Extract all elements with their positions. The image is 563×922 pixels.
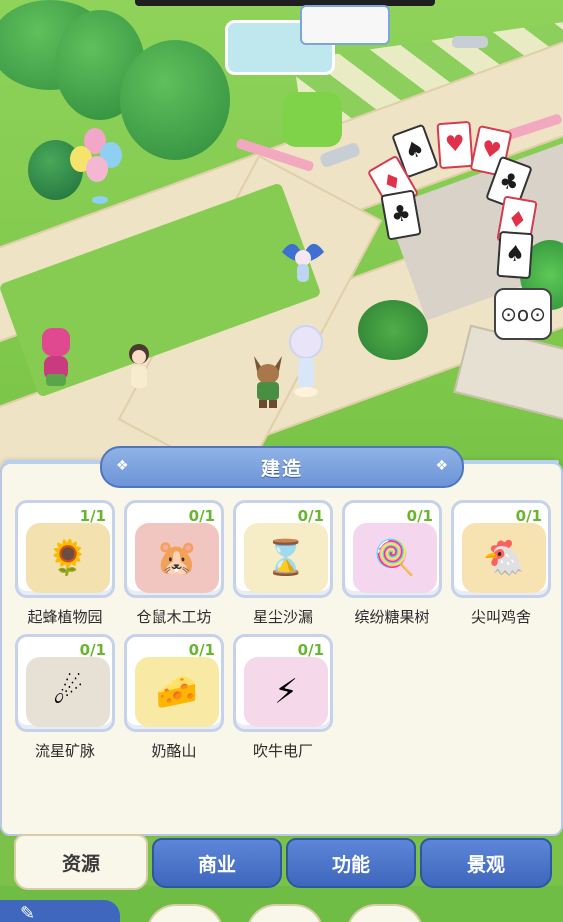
building-name: 缤纷糖果树: [354, 608, 430, 626]
building-item[interactable]: 🍭 0/1 缤纷糖果树: [342, 500, 442, 627]
hourglass-icon: ⌛: [244, 523, 328, 593]
villager-character[interactable]: [124, 342, 154, 392]
build-count: 0/1: [188, 507, 215, 525]
category-tabs: 资源 商业 功能 景观: [0, 834, 563, 894]
panel-title: 建造: [260, 457, 303, 480]
build-count: 0/1: [297, 507, 324, 525]
topiary-bush: [282, 92, 342, 147]
building-tile[interactable]: 🌻 1/1: [15, 500, 115, 598]
power-plant-icon: ⚡: [244, 657, 328, 727]
stepping-stone: [452, 36, 488, 48]
build-count: 0/1: [188, 641, 215, 659]
ornament-icon: ❖: [435, 458, 448, 474]
header-divider: [4, 460, 100, 464]
build-count: 0/1: [79, 641, 106, 659]
surprised-emoji-bubble[interactable]: ⊙o⊙: [494, 288, 552, 340]
bush: [358, 300, 428, 360]
building-tile[interactable]: ⚡ 0/1: [233, 634, 333, 732]
flower-garden-icon: 🌻: [26, 523, 110, 593]
building-name: 星尘沙漏: [252, 608, 313, 626]
building-item[interactable]: ⚡ 0/1 吹牛电厂: [233, 634, 333, 761]
back-button[interactable]: ✎: [0, 900, 120, 922]
building-tile[interactable]: ⌛ 0/1: [233, 500, 333, 598]
status-bar: [135, 0, 435, 6]
building-tile[interactable]: 🧀 0/1: [124, 634, 224, 732]
building-name: 起蜂植物园: [27, 608, 103, 626]
building-item[interactable]: ⌛ 0/1 星尘沙漏: [233, 500, 333, 627]
building-item[interactable]: 🌻 1/1 起蜂植物园: [15, 500, 115, 627]
building-item[interactable]: 🐹 0/1 仓鼠木工坊: [124, 500, 224, 627]
tree: [120, 40, 230, 160]
building-item[interactable]: 🧀 0/1 奶酪山: [124, 634, 224, 761]
playing-card: ♥: [436, 120, 474, 170]
building-tile[interactable]: 🐔 0/1: [451, 500, 551, 598]
tab-function[interactable]: 功能: [286, 838, 416, 888]
edit-icon: ✎: [20, 902, 36, 922]
panel-header: ❖ 建造 ❖: [100, 446, 464, 488]
chicken-coop-icon: 🐔: [462, 523, 546, 593]
building-name: 仓鼠木工坊: [136, 608, 212, 626]
building-tile[interactable]: 🍭 0/1: [342, 500, 442, 598]
ornament-icon: ❖: [116, 458, 129, 474]
cheese-mountain-icon: 🧀: [135, 657, 219, 727]
meteor-mine-icon: ☄: [26, 657, 110, 727]
crystal-orb-statue[interactable]: [286, 322, 326, 402]
building-item[interactable]: ☄ 0/1 流星矿脉: [15, 634, 115, 761]
tab-business[interactable]: 商业: [152, 838, 282, 888]
building-tile[interactable]: 🐹 0/1: [124, 500, 224, 598]
card-table[interactable]: [300, 5, 390, 45]
pink-creature-character[interactable]: [36, 322, 76, 390]
tab-scenery[interactable]: 景观: [420, 838, 552, 888]
building-name: 奶酪山: [151, 742, 197, 760]
building-name: 尖叫鸡舍: [470, 608, 531, 626]
hamster-workshop-icon: 🐹: [135, 523, 219, 593]
build-count: 0/1: [297, 641, 324, 659]
build-count: 0/1: [515, 507, 542, 525]
dog-character[interactable]: [248, 350, 288, 410]
fairy-character[interactable]: [278, 232, 328, 292]
building-name: 流星矿脉: [34, 742, 95, 760]
playing-card: ♠: [496, 230, 534, 280]
tab-resources[interactable]: 资源: [14, 834, 148, 890]
build-count: 1/1: [79, 507, 106, 525]
build-count: 0/1: [406, 507, 433, 525]
header-divider: [463, 460, 559, 464]
building-tile[interactable]: ☄ 0/1: [15, 634, 115, 732]
building-name: 吹牛电厂: [252, 742, 313, 760]
building-item[interactable]: 🐔 0/1 尖叫鸡舍: [451, 500, 551, 627]
game-world-view[interactable]: ♠ ♥ ♥ ♦ ♣ ♣ ♦ ♠ ⊙o⊙: [0, 0, 563, 470]
candy-tree-icon: 🍭: [353, 523, 437, 593]
shocked-face-icon: ⊙o⊙: [500, 302, 546, 326]
balloon-bunch: [70, 128, 130, 208]
